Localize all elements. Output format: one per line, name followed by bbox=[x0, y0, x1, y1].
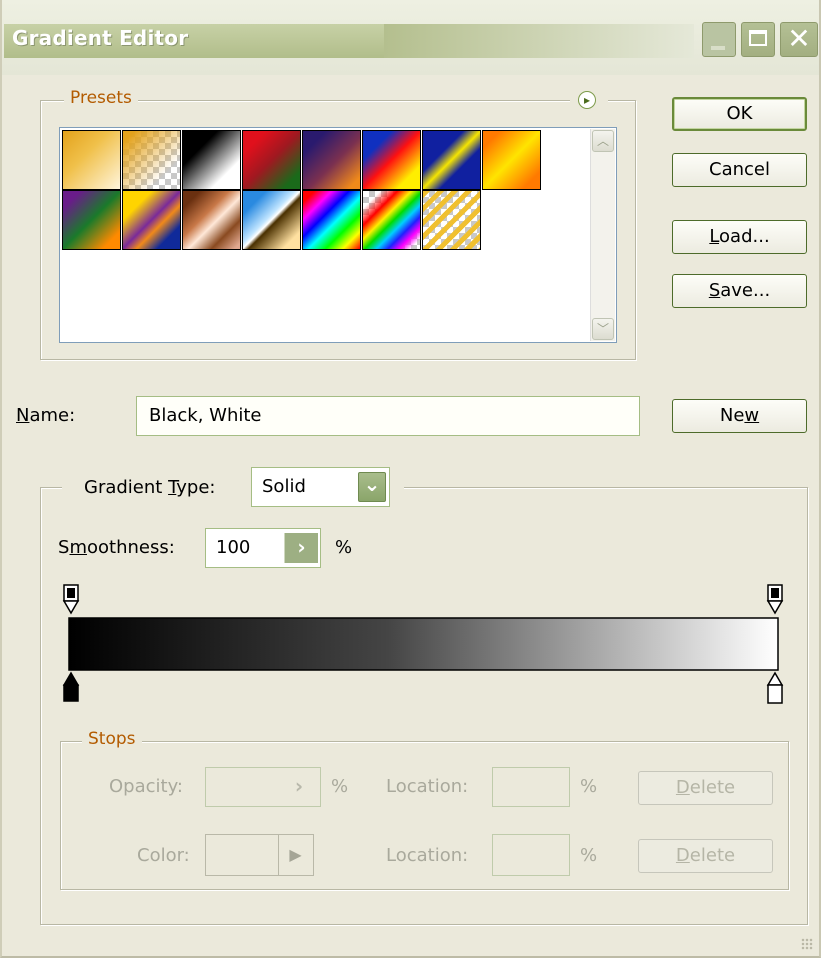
load-label-mnemonic: L bbox=[709, 226, 720, 247]
load-button[interactable]: Load... bbox=[672, 220, 807, 254]
color-stop-left[interactable] bbox=[62, 671, 80, 702]
preset-swatch-transparent-rainbow[interactable] bbox=[362, 190, 421, 250]
title-bar-fade bbox=[384, 24, 694, 58]
opacity-label: Opacity: bbox=[109, 776, 183, 797]
delete-mnemonic: D bbox=[675, 845, 690, 866]
save-label: ave... bbox=[720, 280, 771, 301]
presets-label: Presets bbox=[64, 88, 138, 108]
title-bar-fill: Gradient Editor bbox=[4, 24, 384, 58]
color-location-unit: % bbox=[580, 845, 598, 866]
chevron-down-icon: ⌄ bbox=[363, 472, 381, 496]
preset-swatch-violet-green-orange[interactable] bbox=[62, 190, 121, 250]
preset-swatch-transparent-stripes[interactable] bbox=[422, 190, 481, 250]
preset-swatch-spectrum[interactable] bbox=[302, 190, 361, 250]
play-arrow-icon: ▸ bbox=[583, 93, 591, 107]
stops-label: Stops bbox=[82, 729, 142, 749]
save-button[interactable]: Save... bbox=[672, 274, 807, 308]
preset-swatch-chrome[interactable] bbox=[242, 190, 301, 250]
scroll-down-button[interactable]: ﹀ bbox=[592, 318, 614, 340]
delete-label: elete bbox=[689, 777, 736, 798]
chevron-up-icon: ︿ bbox=[596, 134, 609, 148]
gradient-type-label: Gradient Type: bbox=[84, 477, 216, 498]
gradient-type-label-text: Gradient bbox=[84, 477, 169, 498]
smoothness-label-mnemonic: m bbox=[69, 537, 87, 558]
color-picker-button[interactable]: ▶ bbox=[278, 835, 312, 875]
scroll-up-button[interactable]: ︿ bbox=[592, 130, 614, 152]
presets-scrollbar[interactable]: ︿ ﹀ bbox=[590, 129, 615, 341]
smoothness-unit: % bbox=[335, 537, 353, 558]
opacity-input[interactable]: › bbox=[205, 767, 321, 807]
preset-swatch-copper[interactable] bbox=[182, 190, 241, 250]
delete-color-stop-button[interactable]: Delete bbox=[638, 839, 773, 873]
delete-mnemonic: D bbox=[675, 777, 690, 798]
close-button[interactable]: ✕ bbox=[780, 22, 818, 57]
opacity-stop-right[interactable] bbox=[766, 584, 784, 615]
preset-swatch-blue-red-yellow[interactable] bbox=[362, 130, 421, 190]
arrow-right-icon: › bbox=[294, 774, 304, 798]
gradient-preview-bar bbox=[68, 617, 779, 671]
new-label: Ne bbox=[719, 405, 745, 426]
opacity-location-input[interactable] bbox=[492, 767, 570, 807]
color-stop-right[interactable] bbox=[766, 671, 784, 704]
preset-swatch-red-green[interactable] bbox=[242, 130, 301, 190]
opacity-unit: % bbox=[331, 776, 349, 797]
preset-swatch-orange-transparent[interactable] bbox=[122, 130, 181, 190]
delete-label: elete bbox=[689, 845, 736, 866]
opacity-location-label: Location: bbox=[386, 776, 469, 797]
name-label: Name: bbox=[16, 405, 75, 426]
opacity-location-unit: % bbox=[580, 776, 598, 797]
color-location-input[interactable] bbox=[492, 834, 570, 876]
close-icon: ✕ bbox=[787, 22, 811, 55]
maximize-icon bbox=[749, 30, 767, 46]
color-location-label: Location: bbox=[386, 845, 469, 866]
presets-list[interactable]: ︿ ﹀ bbox=[59, 127, 617, 343]
arrow-right-icon: ▶ bbox=[289, 845, 302, 864]
name-value: Black, White bbox=[149, 405, 262, 426]
smoothness-label-rest: oothness: bbox=[86, 537, 175, 558]
delete-opacity-stop-button[interactable]: Delete bbox=[638, 771, 773, 805]
name-label-text: ame: bbox=[29, 405, 76, 426]
preset-swatch-black-white[interactable] bbox=[182, 130, 241, 190]
new-label-mnemonic: w bbox=[744, 405, 760, 426]
smoothness-label: Smoothness: bbox=[58, 537, 175, 558]
opacity-slider-button[interactable]: › bbox=[282, 772, 316, 802]
name-input[interactable]: Black, White bbox=[136, 396, 640, 436]
window-title: Gradient Editor bbox=[12, 26, 189, 50]
ok-button[interactable]: OK bbox=[672, 97, 807, 131]
preset-swatch-orange-yellow-orange[interactable] bbox=[482, 130, 541, 190]
gradient-type-label-rest: ype: bbox=[176, 477, 216, 498]
name-label-mnemonic: N bbox=[16, 405, 30, 426]
minimize-button[interactable] bbox=[702, 22, 736, 57]
preset-swatch-violet-orange[interactable] bbox=[302, 130, 361, 190]
gradient-type-select[interactable]: Solid ⌄ bbox=[251, 467, 390, 507]
cancel-label: Cancel bbox=[709, 159, 770, 180]
preset-swatch-blue-yellow-blue[interactable] bbox=[422, 130, 481, 190]
opacity-stop-left[interactable] bbox=[62, 584, 80, 615]
save-label-mnemonic: S bbox=[708, 280, 721, 301]
gradient-editor-window: Gradient Editor ✕ Presets ▸ ︿ ﹀ OK Cance… bbox=[0, 0, 821, 958]
resize-grip[interactable] bbox=[801, 938, 813, 950]
smoothness-slider-button[interactable]: › bbox=[284, 533, 318, 563]
cancel-button[interactable]: Cancel bbox=[672, 153, 807, 187]
chevron-down-icon: ﹀ bbox=[596, 322, 609, 336]
new-button[interactable]: New bbox=[672, 399, 807, 433]
title-bar[interactable]: Gradient Editor ✕ bbox=[2, 0, 819, 75]
smoothness-label-text: S bbox=[58, 537, 70, 558]
color-label: Color: bbox=[137, 845, 190, 866]
smoothness-input[interactable]: 100 › bbox=[205, 528, 321, 568]
minimize-icon bbox=[711, 46, 725, 50]
presets-menu-button[interactable]: ▸ bbox=[578, 91, 596, 109]
gradient-bar-area[interactable] bbox=[58, 583, 788, 708]
load-label: oad... bbox=[719, 226, 770, 247]
preset-swatch-yellow-violet-orange-blue[interactable] bbox=[122, 190, 181, 250]
arrow-right-icon: › bbox=[297, 535, 306, 559]
color-swatch-input[interactable]: ▶ bbox=[205, 834, 314, 876]
gradient-type-value: Solid bbox=[262, 476, 306, 497]
smoothness-value: 100 bbox=[216, 537, 251, 558]
ok-label: OK bbox=[726, 103, 753, 124]
maximize-button[interactable] bbox=[741, 22, 775, 57]
gradient-type-dropdown-button[interactable]: ⌄ bbox=[358, 472, 386, 502]
preset-swatch-orange-white[interactable] bbox=[62, 130, 121, 190]
